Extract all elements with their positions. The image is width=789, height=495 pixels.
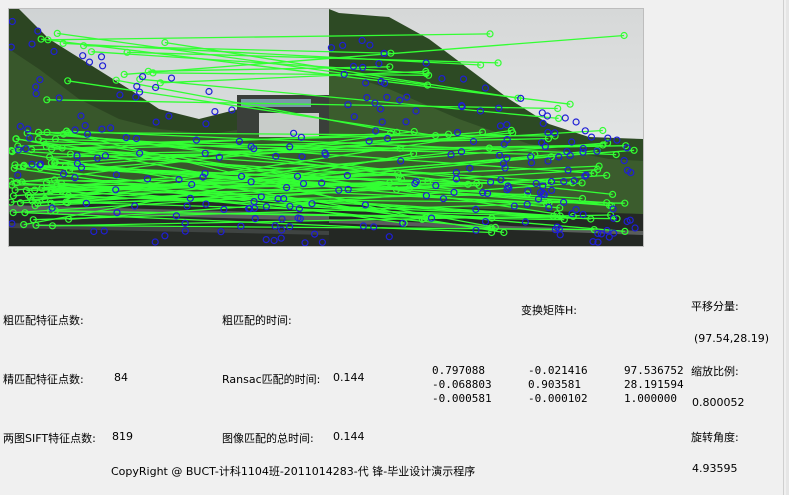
sift-points-label: 两图SIFT特征点数: xyxy=(3,432,96,445)
matrix-r0c0: 0.797088 xyxy=(432,364,485,377)
coarse-match-count-label: 粗匹配特征点数: xyxy=(3,314,84,327)
window-border xyxy=(783,0,784,495)
matrix-r1c1: 0.903581 xyxy=(528,378,581,391)
total-time-value: 0.144 xyxy=(333,430,365,443)
rotation-angle-label: 旋转角度: xyxy=(691,431,739,444)
matrix-r2c2: 1.000000 xyxy=(624,392,677,405)
translation-value: (97.54,28.19) xyxy=(694,332,770,345)
matrix-r2c0: -0.000581 xyxy=(432,392,492,405)
translation-label: 平移分量: xyxy=(691,300,739,313)
matrix-r0c1: -0.021416 xyxy=(528,364,588,377)
matrix-r1c2: 28.191594 xyxy=(624,378,684,391)
fine-match-count-label: 精匹配特征点数: xyxy=(3,373,84,386)
scale-ratio-value: 0.800052 xyxy=(692,396,745,409)
matrix-r2c1: -0.000102 xyxy=(528,392,588,405)
total-time-label: 图像匹配的总时间: xyxy=(222,432,314,445)
feature-match-canvas xyxy=(9,9,643,246)
scale-ratio-label: 缩放比例: xyxy=(691,365,739,378)
coarse-match-time-label: 粗匹配的时间: xyxy=(222,314,292,327)
matrix-r1c0: -0.068803 xyxy=(432,378,492,391)
transform-matrix-label: 变换矩阵H: xyxy=(521,304,577,317)
copyright-text: CopyRight @ BUCT-计科1104班-2011014283-代 锋-… xyxy=(111,465,476,478)
ransac-time-label: Ransac匹配的时间: xyxy=(222,373,321,386)
fine-match-count-value: 84 xyxy=(114,371,128,384)
sift-points-value: 819 xyxy=(112,430,133,443)
matrix-r0c2: 97.536752 xyxy=(624,364,684,377)
match-result-image xyxy=(8,8,644,247)
ransac-time-value: 0.144 xyxy=(333,371,365,384)
rotation-angle-value: 4.93595 xyxy=(692,462,738,475)
